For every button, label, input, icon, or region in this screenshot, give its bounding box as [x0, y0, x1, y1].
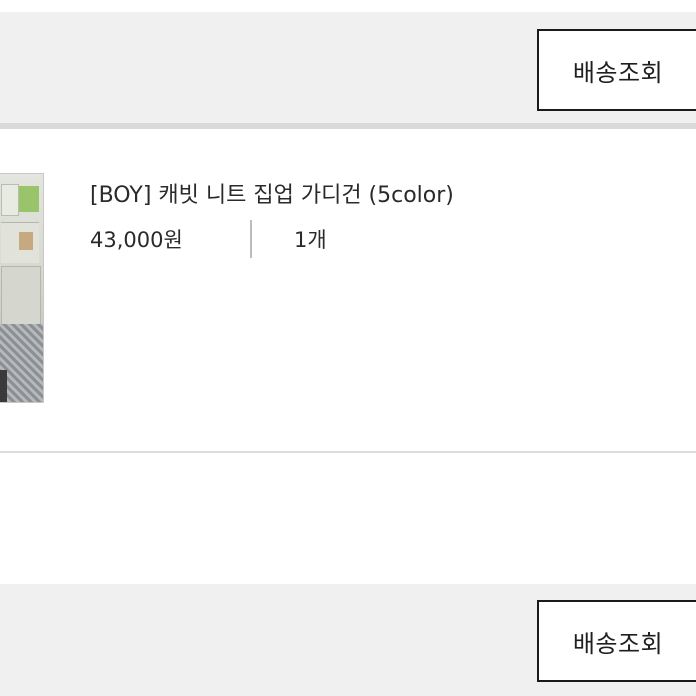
price-quantity-separator — [250, 220, 252, 258]
thumbnail-detail — [19, 186, 39, 212]
thumbnail-detail — [0, 370, 7, 402]
product-thumbnail[interactable] — [0, 173, 44, 403]
delivery-tracking-button[interactable]: 배송조회 — [537, 600, 696, 682]
delivery-tracking-button[interactable]: 배송조회 — [537, 29, 696, 111]
thumbnail-detail — [19, 232, 33, 250]
product-quantity: 1개 — [294, 228, 327, 252]
product-price: 43,000원 — [90, 228, 183, 252]
row-divider — [0, 451, 696, 453]
thumbnail-detail — [1, 266, 41, 328]
thumbnail-detail — [1, 184, 19, 216]
product-title[interactable]: [BOY] 캐빗 니트 집업 가디건 (5color) — [90, 177, 454, 209]
